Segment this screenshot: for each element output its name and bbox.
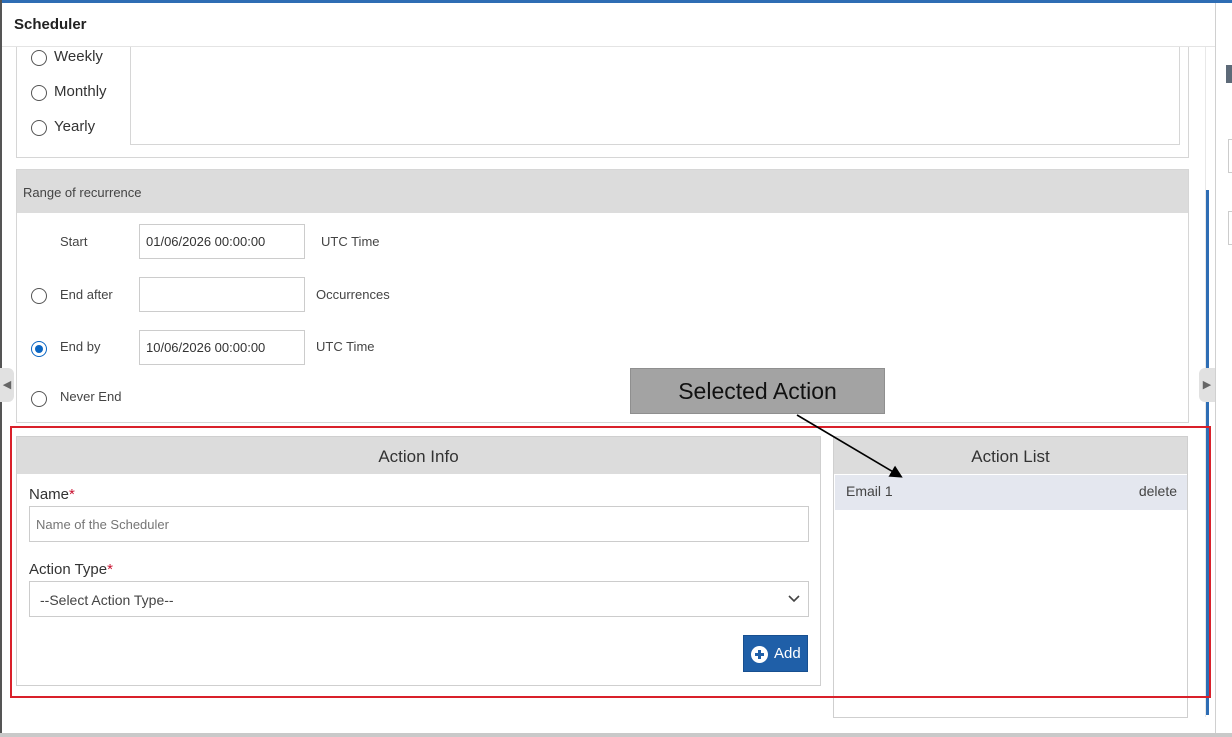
never-end-label: Never End: [60, 389, 122, 404]
range-header: Range of recurrence: [17, 170, 1188, 213]
selected-action-callout: Selected Action: [630, 368, 885, 414]
recurrence-pattern-detail: [130, 47, 1180, 145]
radio-never-end[interactable]: [31, 391, 47, 407]
range-header-label: Range of recurrence: [23, 185, 142, 200]
collapse-right-tab[interactable]: ▶: [1199, 368, 1215, 402]
window-title: Scheduler: [14, 16, 87, 33]
radio-label-yearly: Yearly: [54, 118, 96, 135]
end-after-label: End after: [60, 287, 113, 302]
radio-weekly[interactable]: [31, 50, 47, 66]
title-bar: Scheduler: [2, 3, 1215, 47]
end-by-unit-label: UTC Time: [316, 339, 375, 354]
right-side-panel: [1215, 3, 1232, 737]
start-date-input[interactable]: [139, 224, 305, 259]
radio-end-by[interactable]: [31, 341, 47, 357]
window-bottom-border: [0, 733, 1232, 737]
radio-monthly[interactable]: [31, 85, 47, 101]
collapse-left-tab[interactable]: ◀: [0, 368, 14, 402]
radio-yearly[interactable]: [31, 120, 47, 136]
end-by-label: End by: [60, 339, 101, 354]
start-label: Start: [60, 234, 88, 249]
right-panel-icon: [1226, 65, 1232, 83]
radio-label-weekly: Weekly: [54, 48, 103, 65]
radio-label-monthly: Monthly: [54, 83, 107, 100]
start-unit-label: UTC Time: [321, 234, 380, 249]
highlight-frame: [10, 426, 1211, 698]
right-panel-field[interactable]: [1228, 211, 1232, 245]
end-by-date-input[interactable]: [139, 330, 305, 365]
radio-end-after[interactable]: [31, 288, 47, 304]
right-panel-field[interactable]: [1228, 139, 1232, 173]
end-after-input[interactable]: [139, 277, 305, 312]
end-after-unit-label: Occurrences: [316, 287, 390, 302]
